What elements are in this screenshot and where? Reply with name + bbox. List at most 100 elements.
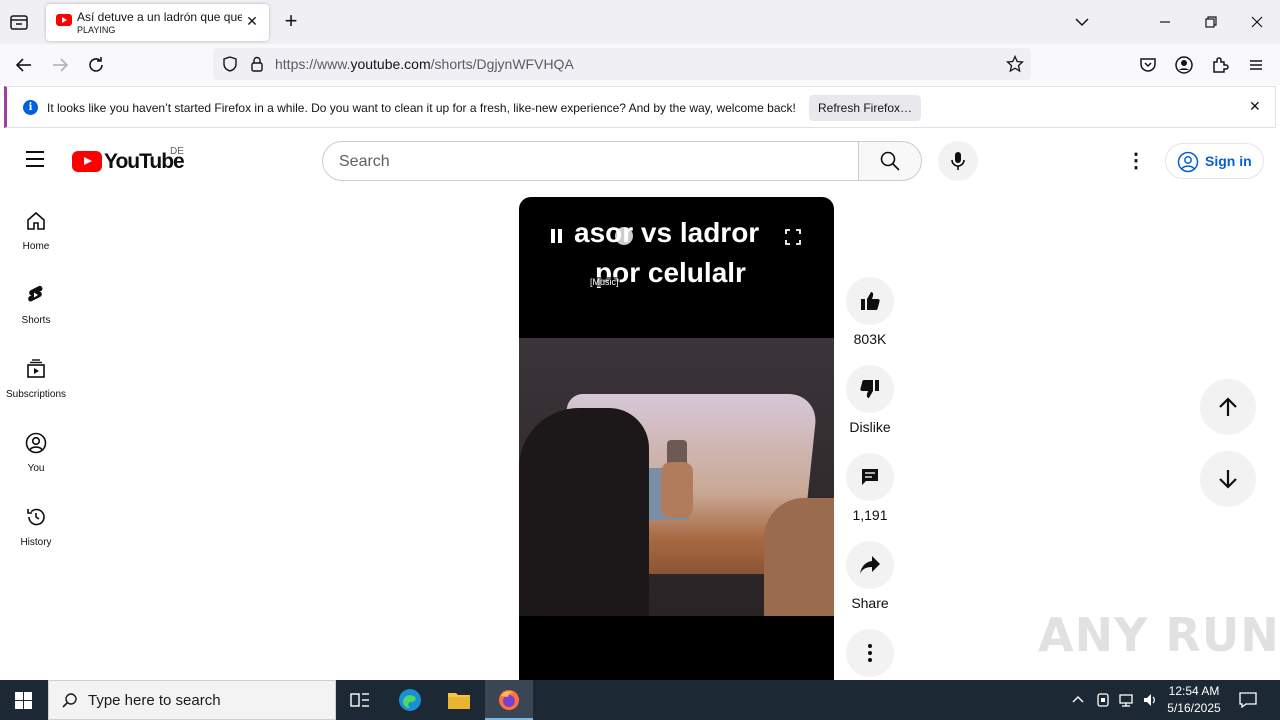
forward-icon[interactable] [48, 53, 72, 77]
lock-icon[interactable] [249, 55, 265, 78]
tab-playing-status: PLAYING [77, 25, 116, 35]
search-icon [880, 151, 900, 171]
comments-button[interactable] [846, 453, 894, 501]
sidebar-item-shorts[interactable]: Shorts [0, 283, 72, 357]
search-input[interactable]: Search [322, 141, 859, 181]
sidebar-item-you[interactable]: You [0, 431, 72, 505]
clock-time: 12:54 AM [1168, 684, 1220, 698]
volume-icon[interactable] [1142, 692, 1158, 708]
user-icon [1177, 151, 1199, 173]
firefox-taskbar-button[interactable] [485, 680, 533, 720]
video-frame [519, 338, 834, 616]
windows-taskbar: Type here to search 12:54 AM 5/16/2025 [0, 680, 1280, 720]
video-caption-line1: asor vs ladror [574, 217, 760, 248]
account-icon[interactable] [1172, 53, 1196, 77]
tab-list-icon[interactable] [8, 11, 30, 33]
like-count: 803K [853, 331, 887, 347]
tab-bar: Así detuve a un ladrón que quería robarm… [0, 0, 1280, 44]
list-all-tabs-icon[interactable] [1070, 10, 1094, 34]
tray-device-icon[interactable] [1095, 692, 1111, 708]
network-icon[interactable] [1118, 692, 1134, 708]
arrow-up-icon [1219, 397, 1237, 416]
pocket-icon[interactable] [1136, 53, 1160, 77]
reload-icon[interactable] [84, 53, 108, 77]
arm [764, 498, 834, 616]
settings-more-icon[interactable]: ⋮ [1124, 149, 1148, 173]
bookmark-star-icon[interactable] [1005, 54, 1025, 78]
closed-caption-text: [Music] [589, 277, 620, 287]
search-placeholder: Search [339, 153, 390, 170]
region-code: DE [170, 146, 184, 157]
arrow-down-icon [1219, 470, 1237, 489]
edge-icon [399, 689, 421, 711]
restore-icon[interactable] [1199, 10, 1223, 34]
more-actions-button[interactable] [846, 629, 894, 677]
guide-menu-icon[interactable] [24, 151, 48, 171]
close-notification-icon[interactable]: ✕ [1249, 98, 1261, 115]
subscriptions-icon [27, 359, 45, 378]
shorts-video-player[interactable]: asor vs ladror por celulalr [Music] [519, 197, 834, 680]
refresh-firefox-button[interactable]: Refresh Firefox… [809, 95, 921, 121]
search-icon [62, 693, 77, 708]
microphone-icon [951, 152, 965, 170]
new-tab-icon[interactable]: + [281, 10, 301, 32]
extensions-icon[interactable] [1208, 53, 1232, 77]
volume-icon[interactable] [615, 227, 633, 245]
tracking-protection-shield-icon[interactable] [221, 55, 239, 78]
edge-taskbar-button[interactable] [386, 680, 434, 720]
sidebar-item-label: Subscriptions [5, 389, 67, 400]
hand [661, 462, 693, 518]
more-vert-icon [868, 644, 872, 662]
dislike-button[interactable] [846, 365, 894, 413]
shorts-icon [28, 285, 43, 302]
sign-in-button[interactable]: Sign in [1165, 143, 1264, 179]
back-icon[interactable] [12, 53, 36, 77]
navigation-toolbar: https://www.youtube.com/shorts/DgjynWFVH… [0, 44, 1280, 85]
comment-count: 1,191 [852, 507, 888, 523]
home-icon [27, 211, 45, 230]
sidebar-item-subscriptions[interactable]: Subscriptions [0, 357, 72, 431]
fullscreen-icon[interactable] [785, 229, 801, 245]
youtube-logo-icon [72, 151, 102, 172]
previous-short-button[interactable] [1200, 379, 1256, 435]
app-menu-icon[interactable] [1244, 53, 1268, 77]
sidebar-item-history[interactable]: History [0, 505, 72, 579]
next-short-button[interactable] [1200, 451, 1256, 507]
refresh-firefox-notification: i It looks like you haven’t started Fire… [4, 86, 1276, 128]
search-button[interactable] [858, 141, 922, 181]
info-icon: i [23, 100, 38, 115]
clock-date: 5/16/2025 [1167, 701, 1221, 715]
sidebar-item-label: You [27, 463, 45, 474]
share-icon [860, 556, 880, 574]
sidebar-item-label: Home [22, 241, 50, 252]
file-explorer-taskbar-button[interactable] [435, 680, 483, 720]
firefox-icon [499, 690, 519, 710]
taskbar-search-box[interactable]: Type here to search [48, 680, 336, 720]
pause-icon[interactable] [551, 229, 565, 243]
taskbar-clock[interactable]: 12:54 AM 5/16/2025 [1162, 683, 1226, 717]
sign-in-label: Sign in [1205, 153, 1252, 169]
task-view-button[interactable] [336, 680, 384, 720]
share-button[interactable] [846, 541, 894, 589]
thumbs-down-icon [860, 380, 879, 398]
like-button[interactable] [846, 277, 894, 325]
anyrun-watermark: ANY RUN [1038, 608, 1280, 662]
tab-title: Así detuve a un ladrón que quería robarm… [77, 10, 242, 24]
thumbs-up-icon [861, 292, 880, 310]
share-label: Share [851, 595, 889, 611]
close-tab-icon[interactable]: ✕ [244, 13, 260, 29]
browser-tab[interactable]: Así detuve a un ladrón que quería robarm… [46, 4, 269, 41]
sidebar-item-home[interactable]: Home [0, 209, 72, 283]
youtube-page: YouTube DE Search ⋮ Sign in Home Shorts … [0, 132, 1280, 680]
sidebar-item-label: History [20, 537, 52, 548]
sidebar-item-label: Shorts [21, 315, 51, 326]
action-center-icon[interactable] [1238, 691, 1258, 709]
start-button[interactable] [0, 680, 48, 720]
url-text[interactable]: https://www.youtube.com/shorts/DgjynWFVH… [275, 56, 574, 72]
voice-search-button[interactable] [938, 141, 978, 181]
tray-overflow-icon[interactable] [1070, 692, 1086, 708]
minimize-icon[interactable] [1153, 10, 1177, 34]
close-window-icon[interactable] [1245, 10, 1269, 34]
folder-icon [448, 693, 470, 709]
address-bar[interactable]: https://www.youtube.com/shorts/DgjynWFVH… [213, 48, 1031, 80]
